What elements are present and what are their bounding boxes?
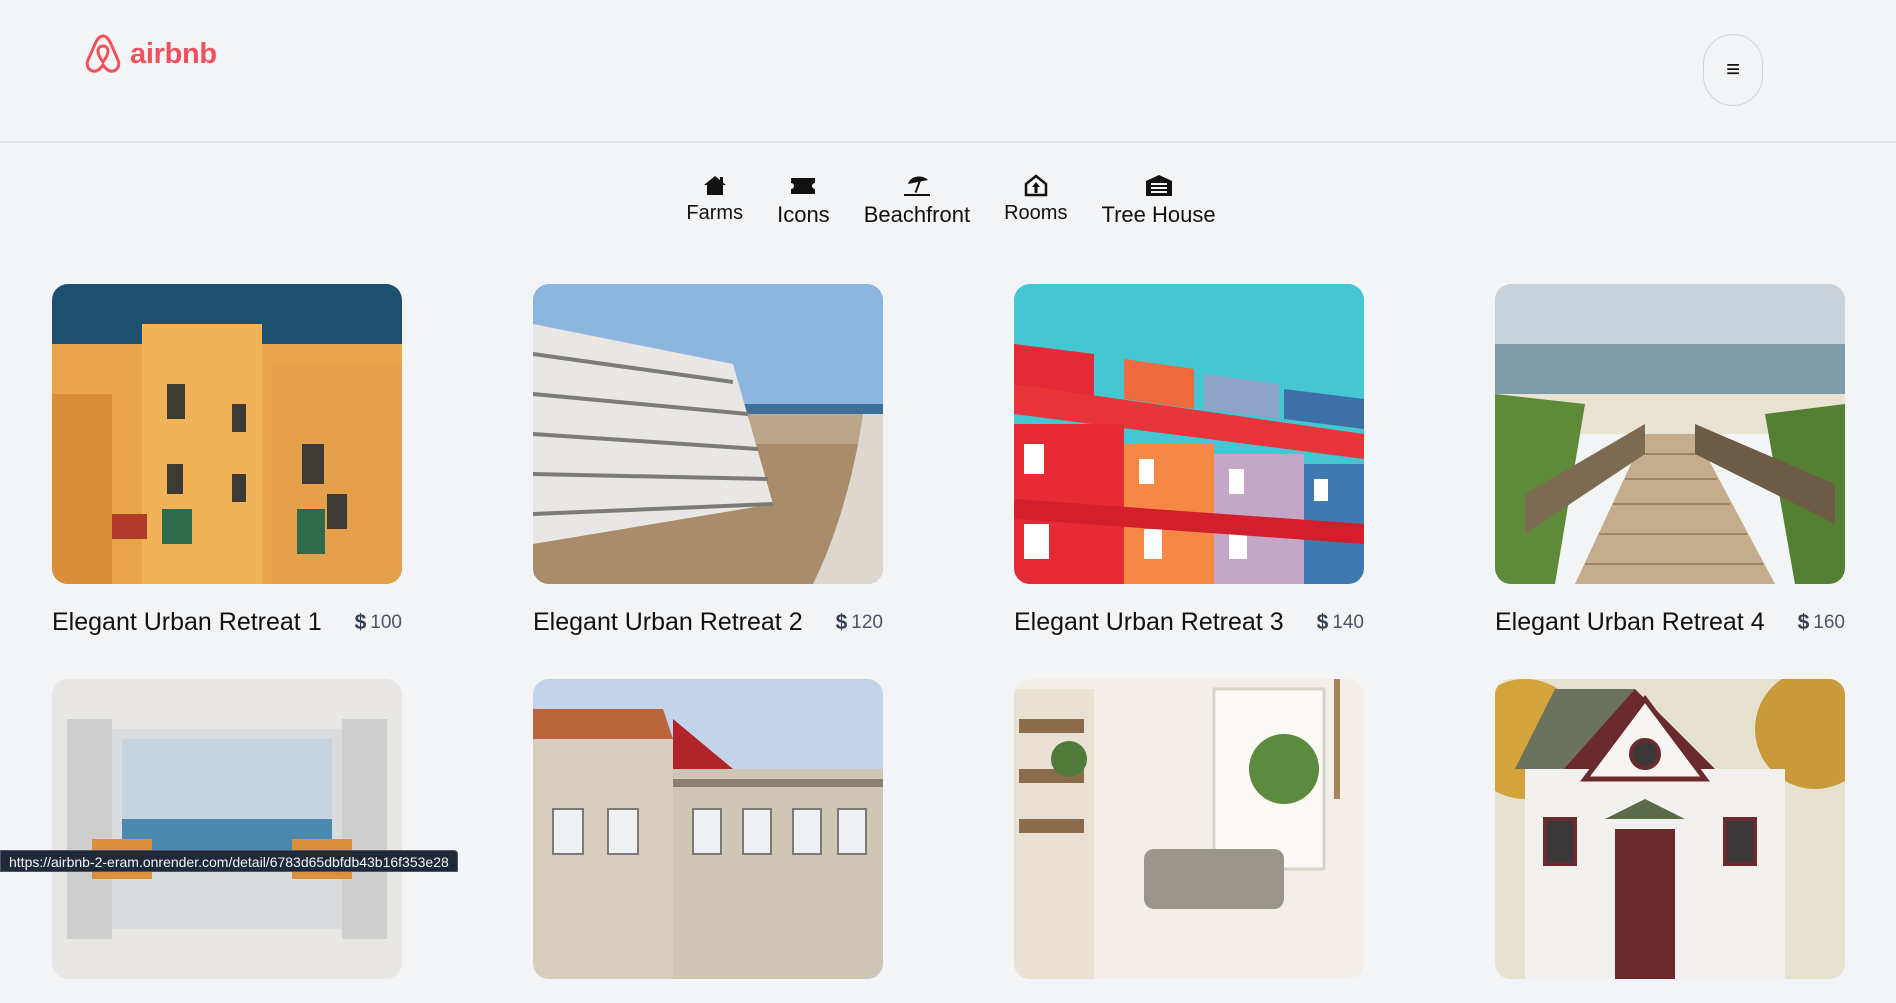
listing-image[interactable]	[533, 284, 883, 584]
site-header: airbnb ≡	[0, 0, 1896, 143]
farmhouse-icon	[703, 176, 726, 195]
logo-text: airbnb	[130, 37, 217, 70]
dollar-icon: $	[354, 610, 367, 634]
price-value: 100	[370, 611, 402, 633]
category-label: Rooms	[1004, 202, 1068, 224]
listing-title: Elegant Urban Retreat 2	[533, 608, 803, 636]
listing-price: $ 100	[355, 611, 402, 635]
listing-card[interactable]	[1014, 679, 1364, 1003]
category-tree-house[interactable]: Tree House	[1101, 172, 1216, 228]
menu-button[interactable]: ≡	[1703, 34, 1763, 106]
price-value: 140	[1332, 611, 1364, 633]
category-farms[interactable]: Farms	[686, 172, 743, 228]
umbrella-beach-icon	[903, 176, 930, 196]
listing-image[interactable]	[1495, 679, 1845, 979]
category-label: Icons	[777, 202, 830, 227]
listing-image[interactable]	[533, 679, 883, 979]
logo[interactable]: airbnb	[82, 32, 217, 76]
listing-price: $ 140	[1317, 611, 1364, 635]
price-value: 120	[851, 611, 883, 633]
link-status-bar: https://airbnb-2-eram.onrender.com/detai…	[0, 850, 458, 872]
category-label: Farms	[686, 202, 744, 224]
listing-image[interactable]	[1495, 284, 1845, 584]
ticket-icon	[791, 178, 816, 194]
listing-card[interactable]: Elegant Urban Retreat 2 $ 120	[533, 284, 883, 637]
listing-card[interactable]: Elegant Urban Retreat 3 $ 140	[1014, 284, 1364, 637]
listing-title: Elegant Urban Retreat 3	[1014, 608, 1284, 636]
dollar-icon: $	[835, 610, 848, 634]
garage-icon	[1145, 175, 1172, 196]
listing-price: $ 160	[1798, 611, 1845, 635]
listing-card[interactable]	[533, 679, 883, 1003]
listing-card[interactable]	[1495, 679, 1845, 1003]
price-value: 160	[1813, 611, 1845, 633]
listing-card[interactable]: Elegant Urban Retreat 1 $ 100	[52, 284, 402, 637]
house-arrow-icon	[1024, 174, 1048, 197]
listing-price: $ 120	[836, 611, 883, 635]
listing-image[interactable]	[52, 284, 402, 584]
airbnb-logo-icon	[85, 34, 121, 73]
category-beachfront[interactable]: Beachfront	[864, 172, 970, 228]
category-label: Tree House	[1101, 202, 1216, 227]
category-label: Beachfront	[863, 202, 971, 227]
listing-title: Elegant Urban Retreat 4	[1495, 608, 1765, 636]
hamburger-icon: ≡	[1725, 56, 1740, 83]
category-icons[interactable]: Icons	[777, 172, 830, 228]
listing-title: Elegant Urban Retreat 1	[52, 608, 322, 636]
listing-card[interactable]	[52, 679, 402, 1003]
listing-image[interactable]	[52, 679, 402, 979]
listing-image[interactable]	[1014, 679, 1364, 979]
category-rooms[interactable]: Rooms	[1004, 172, 1067, 228]
dollar-icon: $	[1316, 610, 1329, 634]
listing-image[interactable]	[1014, 284, 1364, 584]
dollar-icon: $	[1797, 610, 1810, 634]
category-bar: Farms Icons Beachfront Rooms Tree House	[0, 172, 1896, 228]
listing-card[interactable]: Elegant Urban Retreat 4 $ 160	[1495, 284, 1845, 637]
